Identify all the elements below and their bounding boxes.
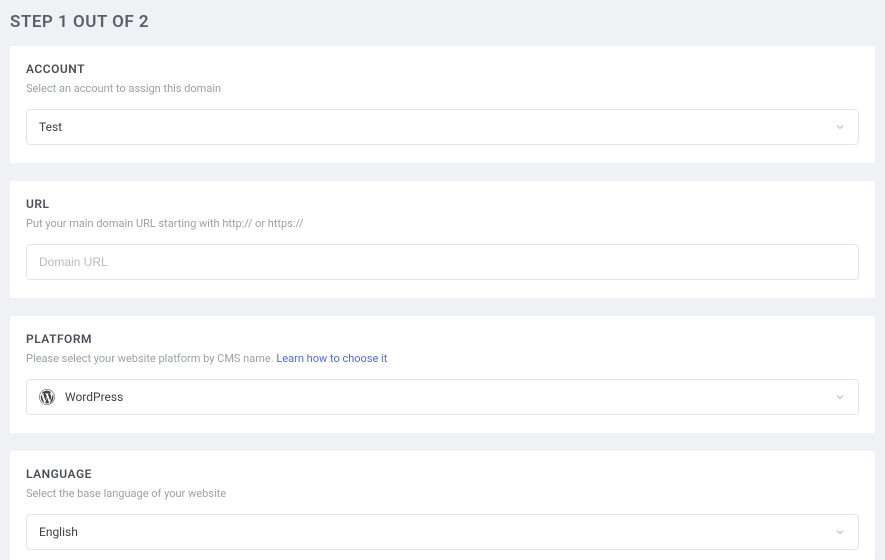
language-section: LANGUAGE Select the base language of you… bbox=[10, 451, 875, 560]
platform-description-text: Please select your website platform by C… bbox=[26, 352, 276, 365]
language-label: LANGUAGE bbox=[26, 467, 859, 481]
url-description: Put your main domain URL starting with h… bbox=[26, 217, 859, 230]
language-description: Select the base language of your website bbox=[26, 487, 859, 500]
chevron-down-icon bbox=[834, 121, 846, 133]
url-input-wrap bbox=[26, 244, 859, 280]
page-title: STEP 1 OUT OF 2 bbox=[0, 0, 885, 46]
platform-select[interactable]: WordPress bbox=[26, 379, 859, 415]
platform-learn-link[interactable]: Learn how to choose it bbox=[276, 352, 387, 365]
platform-section: PLATFORM Please select your website plat… bbox=[10, 316, 875, 433]
account-description: Select an account to assign this domain bbox=[26, 82, 859, 95]
wordpress-icon bbox=[39, 389, 55, 405]
platform-label: PLATFORM bbox=[26, 332, 859, 346]
language-select[interactable]: English bbox=[26, 514, 859, 550]
account-select-value: Test bbox=[39, 120, 834, 134]
url-label: URL bbox=[26, 197, 859, 211]
url-input[interactable] bbox=[39, 255, 846, 269]
chevron-down-icon bbox=[834, 526, 846, 538]
platform-description: Please select your website platform by C… bbox=[26, 352, 859, 365]
chevron-down-icon bbox=[834, 391, 846, 403]
account-label: ACCOUNT bbox=[26, 62, 859, 76]
account-section: ACCOUNT Select an account to assign this… bbox=[10, 46, 875, 163]
url-section: URL Put your main domain URL starting wi… bbox=[10, 181, 875, 298]
language-select-value: English bbox=[39, 525, 834, 539]
platform-select-value: WordPress bbox=[65, 390, 123, 404]
account-select[interactable]: Test bbox=[26, 109, 859, 145]
